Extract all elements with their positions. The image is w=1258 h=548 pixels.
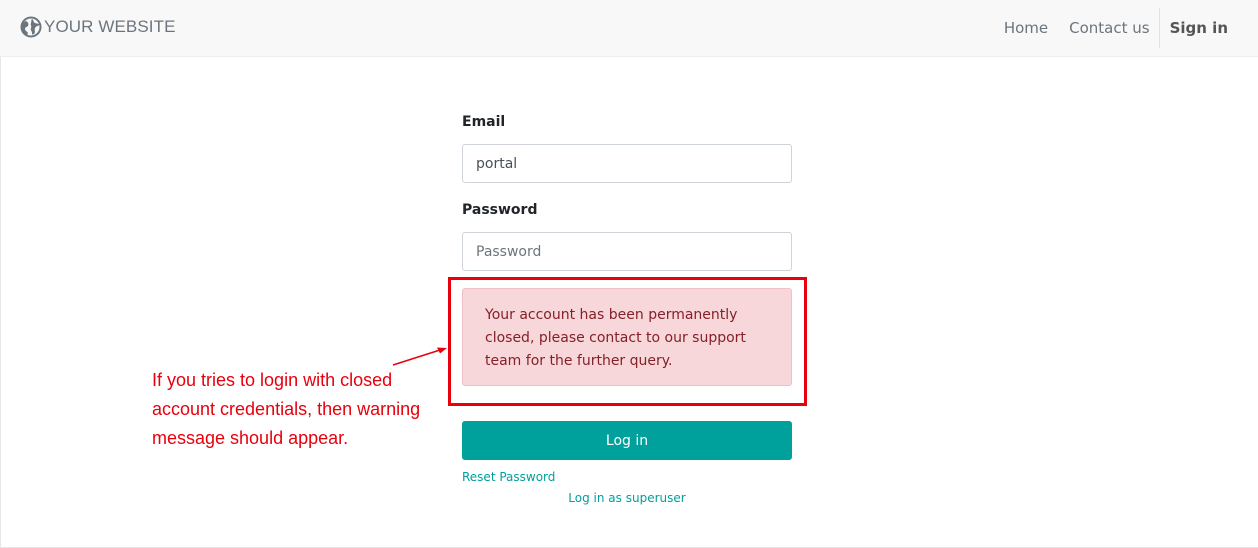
brand-name: YOUR WEBSITE [44, 17, 176, 36]
nav-contact-link[interactable]: Contact us [1060, 8, 1158, 48]
email-label: Email [462, 114, 506, 130]
page-frame [0, 0, 1258, 548]
main-nav: Home Contact us Sign in [995, 8, 1258, 48]
reset-password-link[interactable]: Reset Password [462, 470, 555, 484]
email-field[interactable] [462, 144, 792, 183]
navbar: YOUR WEBSITE Home Contact us Sign in [0, 0, 1258, 57]
annotation-highlight-box [448, 277, 807, 406]
brand-logo[interactable]: YOUR WEBSITE [20, 16, 176, 38]
password-field[interactable] [462, 232, 792, 271]
login-button[interactable]: Log in [462, 421, 792, 460]
nav-home-link[interactable]: Home [995, 8, 1057, 48]
password-label: Password [462, 202, 538, 218]
login-as-superuser-link[interactable]: Log in as superuser [462, 491, 792, 505]
globe-icon [20, 16, 42, 38]
annotation-note: If you tries to login with closed accoun… [152, 370, 421, 448]
nav-signin-link[interactable]: Sign in [1160, 8, 1258, 48]
